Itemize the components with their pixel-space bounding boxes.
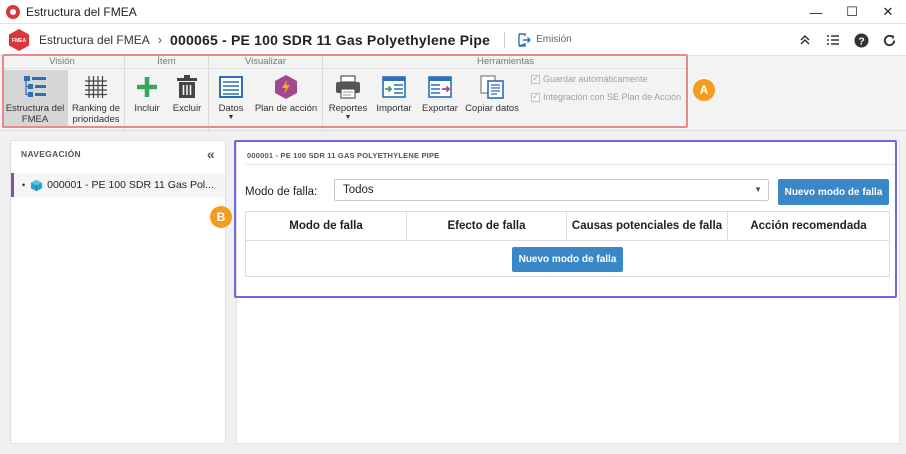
navigation-panel: NAVEGACIÓN « • 000001 - PE 100 SDR 11 Ga… — [10, 140, 226, 444]
nav-item-label: 000001 - PE 100 SDR 11 Gas Pol... — [47, 179, 214, 191]
app-icon — [6, 4, 20, 19]
header-divider — [504, 31, 506, 48]
emission-button[interactable]: Emisión — [517, 32, 572, 47]
list-icon[interactable] — [822, 29, 844, 51]
window-controls: — ☐ ✕ — [798, 0, 906, 24]
svg-text:?: ? — [858, 36, 864, 47]
emission-label: Emisión — [536, 34, 572, 45]
nav-tree-item[interactable]: • 000001 - PE 100 SDR 11 Gas Pol... — [11, 173, 225, 197]
collapse-left-icon[interactable]: « — [207, 146, 215, 162]
fmea-logo-icon: FMEA — [9, 28, 29, 51]
minimize-button[interactable]: — — [798, 0, 834, 24]
svg-text:FMEA: FMEA — [12, 38, 27, 44]
help-icon[interactable]: ? — [850, 29, 872, 51]
app-header: FMEA Estructura del FMEA › 000065 - PE 1… — [0, 24, 906, 56]
window-title: Estructura del FMEA — [26, 4, 137, 19]
page-title: 000065 - PE 100 SDR 11 Gas Polyethylene … — [170, 31, 491, 48]
navigation-header: NAVEGACIÓN « — [11, 141, 225, 167]
marker-b: B — [210, 206, 232, 228]
header-actions: ? — [788, 24, 900, 56]
emission-icon — [518, 32, 532, 47]
window-titlebar: Estructura del FMEA — ☐ ✕ — [0, 0, 906, 24]
breadcrumb-parent[interactable]: Estructura del FMEA — [39, 33, 150, 47]
refresh-icon[interactable] — [878, 29, 900, 51]
bullet-icon: • — [22, 180, 26, 190]
navigation-title: NAVEGACIÓN — [21, 149, 81, 159]
breadcrumb-separator: › — [157, 32, 163, 47]
close-button[interactable]: ✕ — [870, 0, 906, 24]
annotation-box-b — [234, 140, 897, 298]
maximize-button[interactable]: ☐ — [834, 0, 870, 24]
collapse-up-icon[interactable] — [794, 29, 816, 51]
cube-icon — [31, 179, 43, 191]
marker-a: A — [693, 79, 715, 101]
annotation-box-a — [2, 54, 688, 128]
